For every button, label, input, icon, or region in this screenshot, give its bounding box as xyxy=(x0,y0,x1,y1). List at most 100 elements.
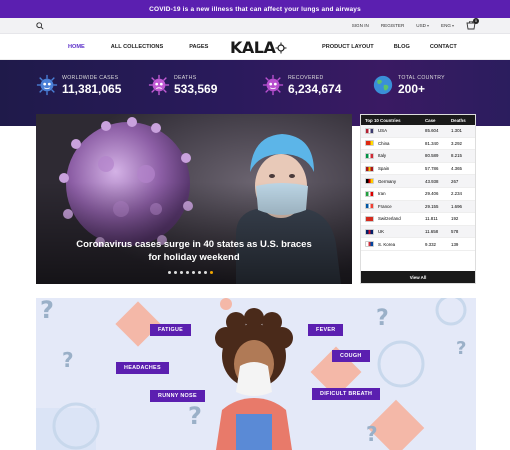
stat-value: 11,381,065 xyxy=(62,81,122,96)
currency-select[interactable]: USD ▾ xyxy=(416,23,429,28)
symptom-tag-fatigue: FATIGUE xyxy=(150,324,192,336)
symptoms-banner: ? ? ? ? ? ? FATIGUE FEVER COUGH HEADACHE… xyxy=(36,298,476,450)
case-cell: 29.406 xyxy=(425,191,439,197)
slider-dot[interactable] xyxy=(180,271,183,274)
stat-worldwide-cases: WORLDWIDE CASES 11,381,065 xyxy=(36,74,121,96)
currency-value: USD xyxy=(416,23,426,28)
country-name: France xyxy=(378,203,392,209)
slider-pagination xyxy=(168,271,213,274)
country-name: China xyxy=(378,140,390,146)
table-body: USA 85.604 1.301 China 81.340 3.292 Italy 80.58… xyxy=(361,125,475,251)
country-cell: USA xyxy=(365,127,425,134)
country-name: UK xyxy=(378,229,385,235)
country-flag-icon xyxy=(365,190,374,197)
column-header-country: Top 10 Countries xyxy=(365,117,401,123)
slider-dot[interactable] xyxy=(186,271,189,274)
table-row: S. Korea 9.332 139 xyxy=(361,238,475,251)
register-link[interactable]: REGISTER xyxy=(381,23,404,28)
country-name: Germany xyxy=(378,178,397,184)
country-name: S. Korea xyxy=(378,241,396,247)
case-cell: 43.938 xyxy=(425,178,439,184)
deaths-cell: 578 xyxy=(451,229,459,235)
stat-value: 533,569 xyxy=(174,81,218,96)
table-row: France 29.155 1.696 xyxy=(361,200,475,214)
case-cell: 85.604 xyxy=(425,128,439,134)
top-utility-bar: SIGN IN REGISTER USD ▾ ENG ▾ 0 xyxy=(0,18,510,34)
question-mark-icon: ? xyxy=(366,422,378,446)
hero-slider[interactable]: Coronavirus cases surge in 40 states as … xyxy=(36,114,352,284)
deaths-cell: 192 xyxy=(451,216,459,222)
slider-dot[interactable] xyxy=(198,271,201,274)
case-cell: 29.155 xyxy=(425,203,439,209)
country-flag-icon xyxy=(365,203,374,210)
question-mark-icon: ? xyxy=(376,306,389,331)
main-navigation: HOME ALL COLLECTIONS PAGES KALA PRODUCT … xyxy=(0,34,510,60)
country-flag-icon xyxy=(365,178,374,185)
country-cell: S. Korea xyxy=(365,241,425,248)
country-name: Spain xyxy=(378,166,390,172)
banner-illustration xyxy=(36,298,467,450)
stat-value: 6,234,674 xyxy=(288,81,342,96)
top-countries-table: Top 10 Countries Case Deaths USA 85.604 1.… xyxy=(360,114,476,284)
symptom-tag-runny-nose: RUNNY NOSE xyxy=(150,390,205,402)
deaths-cell: 3.292 xyxy=(451,140,462,146)
hero-headline[interactable]: Coronavirus cases surge in 40 states as … xyxy=(36,238,352,264)
globe-icon xyxy=(373,75,393,95)
slider-dot-active[interactable] xyxy=(210,271,213,274)
nav-pages[interactable]: PAGES xyxy=(189,44,208,50)
table-row: Iran 29.406 2.234 xyxy=(361,188,475,201)
column-header-case: Case xyxy=(425,117,436,123)
table-row: UK 11.658 578 xyxy=(361,225,475,239)
chevron-down-icon: ▾ xyxy=(451,23,454,28)
table-header: Top 10 Countries Case Deaths xyxy=(361,115,475,125)
deaths-cell: 2.234 xyxy=(451,191,462,197)
case-cell: 57.786 xyxy=(425,166,439,172)
case-cell: 11.811 xyxy=(425,216,438,222)
country-cell: Spain xyxy=(365,165,425,172)
country-cell: Switzerland xyxy=(365,215,425,222)
slider-dot[interactable] xyxy=(192,271,195,274)
question-mark-icon: ? xyxy=(456,338,467,359)
nav-blog[interactable]: BLOG xyxy=(394,44,410,50)
deaths-cell: 1.696 xyxy=(451,203,462,209)
country-flag-icon xyxy=(365,140,374,147)
case-cell: 11.658 xyxy=(425,229,439,235)
table-row: Italy 80.589 8.215 xyxy=(361,150,475,163)
language-select[interactable]: ENG ▾ xyxy=(441,23,454,28)
virus-icon xyxy=(148,74,170,96)
deaths-cell: 4.365 xyxy=(451,166,462,172)
deaths-cell: 1.301 xyxy=(451,128,462,134)
slider-dot[interactable] xyxy=(204,271,207,274)
nav-all-collections[interactable]: ALL COLLECTIONS xyxy=(111,44,163,50)
case-cell: 81.340 xyxy=(425,140,439,146)
nav-product-layout[interactable]: PRODUCT LAYOUT xyxy=(322,44,374,50)
site-logo[interactable]: KALA xyxy=(230,38,287,57)
country-flag-icon xyxy=(365,152,374,159)
country-cell: France xyxy=(365,203,425,210)
nav-home[interactable]: HOME xyxy=(68,44,85,50)
stat-label: TOTAL COUNTRY xyxy=(398,74,445,81)
slider-dot[interactable] xyxy=(174,271,177,274)
country-flag-icon xyxy=(365,165,374,172)
country-flag-icon xyxy=(365,215,374,222)
symptom-tag-headaches: HEADACHES xyxy=(116,362,169,374)
country-name: Italy xyxy=(378,153,387,159)
stat-label: DEATHS xyxy=(174,74,197,81)
chevron-down-icon: ▾ xyxy=(427,23,430,28)
nav-contact[interactable]: CONTACT xyxy=(430,44,457,50)
deaths-cell: 139 xyxy=(451,241,459,247)
table-row: China 81.340 3.292 xyxy=(361,138,475,151)
country-flag-icon xyxy=(365,241,374,248)
stat-total-country: TOTAL COUNTRY 200+ xyxy=(372,74,445,96)
search-icon[interactable] xyxy=(36,21,44,30)
slider-dot[interactable] xyxy=(168,271,171,274)
cart-button[interactable]: 0 xyxy=(466,18,479,30)
table-row: Germany 43.938 267 xyxy=(361,175,475,188)
sign-in-link[interactable]: SIGN IN xyxy=(352,23,369,28)
announcement-bar: COVID-19 is a new illness that can affec… xyxy=(0,0,510,18)
country-name: Switzerland xyxy=(378,216,401,222)
country-cell: China xyxy=(365,140,425,147)
country-name: Iran xyxy=(378,191,386,197)
stat-label: WORLDWIDE CASES xyxy=(62,74,119,81)
view-all-button[interactable]: View All xyxy=(361,271,475,283)
